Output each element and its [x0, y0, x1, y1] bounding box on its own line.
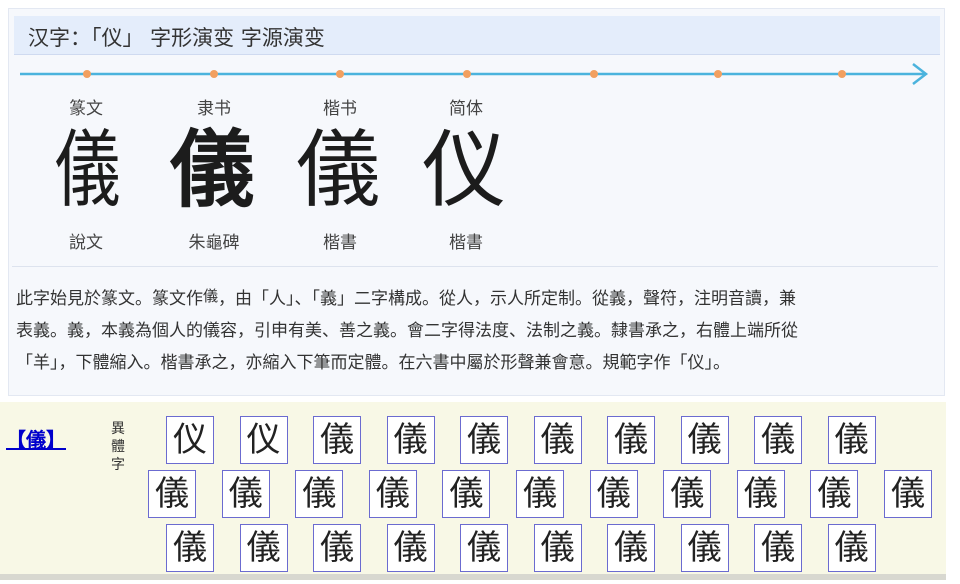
variant-glyph-box[interactable]: 儀: [313, 416, 361, 464]
variant-glyph-box[interactable]: 儀: [386, 524, 435, 572]
glyph-clerical: 儀: [169, 120, 254, 219]
section-divider: [12, 266, 938, 267]
variant-glyph-box[interactable]: 儀: [827, 524, 876, 572]
page-header: 汉字：「仪」 字形演变 字源演变: [14, 16, 940, 55]
inline-seal-glyph: 儀: [203, 287, 219, 305]
stage-source: 說文: [69, 233, 103, 253]
variant-glyph-box[interactable]: 儀: [516, 470, 564, 518]
variant-glyph-box[interactable]: 儀: [810, 470, 859, 518]
variant-glyph-box[interactable]: 仪: [239, 416, 288, 464]
variant-label: 異 體 字: [108, 420, 128, 474]
variant-glyph-box[interactable]: 儀: [607, 416, 655, 464]
variant-glyph-box[interactable]: 儀: [221, 470, 270, 518]
timeline-dot: [83, 70, 91, 78]
timeline-dot: [210, 70, 218, 78]
variant-glyph-box[interactable]: 儀: [589, 470, 638, 518]
description-text: 此字始見於篆文。篆文作: [16, 289, 203, 309]
variant-glyph-box[interactable]: 儀: [460, 524, 508, 572]
variant-glyph-box[interactable]: 儀: [607, 524, 655, 572]
stage-label-regular: 楷书: [323, 99, 357, 119]
variant-glyph-box[interactable]: 儀: [754, 416, 802, 464]
timeline-dot: [590, 70, 598, 78]
panel-shadow: [0, 574, 946, 580]
variant-label-char: 字: [111, 457, 125, 473]
variant-glyph-box[interactable]: 儀: [884, 470, 932, 518]
variant-glyph-box[interactable]: 儀: [460, 416, 508, 464]
head-character-link[interactable]: 【儀】: [6, 424, 66, 453]
timeline-dot: [838, 70, 846, 78]
variants-panel: 【儀】 異 體 字 仪仪儀儀儀儀儀儀儀儀儀儀儀儀儀儀儀儀儀儀儀儀儀儀儀儀儀儀儀儀…: [0, 402, 946, 574]
variant-glyph-box[interactable]: 儀: [663, 470, 712, 518]
variant-glyph-box[interactable]: 儀: [295, 470, 344, 518]
variant-glyph-box[interactable]: 儀: [386, 416, 435, 464]
stage-sources: 說文 朱龜碑 楷書 楷書: [0, 228, 960, 253]
stage-label-simplified: 简体: [449, 99, 483, 119]
variant-glyph-box[interactable]: 儀: [754, 524, 802, 572]
variant-glyph-box[interactable]: 仪: [166, 416, 214, 464]
variant-glyph-box[interactable]: 儀: [680, 524, 729, 572]
variant-label-char: 異: [111, 421, 125, 437]
variant-glyph-box[interactable]: 儀: [736, 470, 785, 518]
timeline-dot: [463, 70, 471, 78]
description-line: 表義。義，本義為個人的儀容，引申有美、善之義。會二字得法度、法制之義。隸書承之，…: [16, 321, 798, 341]
timeline-dot: [714, 70, 722, 78]
description-line: 此字始見於篆文。篆文作儀，由「人」、「義」二字構成。從人，示人所定制。從義，聲符…: [16, 280, 942, 315]
variant-glyph-box[interactable]: 儀: [680, 416, 729, 464]
variant-glyph-box[interactable]: 儀: [442, 470, 491, 518]
etymology-description: 此字始見於篆文。篆文作儀，由「人」、「義」二字構成。從人，示人所定制。從義，聲符…: [16, 280, 942, 379]
variant-glyph-box[interactable]: 儀: [533, 524, 582, 572]
stage-labels: 篆文 隶书 楷书 简体: [0, 94, 960, 119]
stage-glyphs: 儀 儀 儀 仪: [0, 118, 960, 224]
glyph-seal: 儀: [54, 121, 121, 219]
stage-source: 朱龜碑: [188, 233, 240, 253]
page-title: 汉字：「仪」 字形演变 字源演变: [28, 26, 325, 50]
description-line: 「羊」，下體縮入。楷書承之，亦縮入下筆而定體。在六書中屬於形聲兼會意。規範字作「…: [16, 353, 730, 373]
stage-source: 楷書: [323, 233, 357, 253]
timeline-dot: [336, 70, 344, 78]
stage-source: 楷書: [449, 233, 483, 253]
variant-glyph-box[interactable]: 儀: [533, 416, 582, 464]
variant-glyph-box[interactable]: 儀: [239, 524, 288, 572]
stage-label-seal: 篆文: [69, 99, 103, 119]
variant-glyph-box[interactable]: 儀: [313, 524, 361, 572]
variant-glyph-box[interactable]: 儀: [148, 470, 196, 518]
evolution-timeline: [20, 63, 929, 85]
glyph-simplified: 仪: [421, 121, 506, 219]
variant-label-char: 體: [111, 439, 125, 455]
variant-glyph-box[interactable]: 儀: [368, 470, 417, 518]
variant-glyph-box[interactable]: 儀: [827, 416, 876, 464]
variant-glyph-box[interactable]: 儀: [166, 524, 214, 572]
glyph-regular: 儀: [295, 121, 380, 219]
stage-label-clerical: 隶书: [197, 99, 231, 119]
description-text: ，由「人」、「義」二字構成。從人，示人所定制。從義，聲符，注明音讀，兼: [218, 289, 797, 309]
